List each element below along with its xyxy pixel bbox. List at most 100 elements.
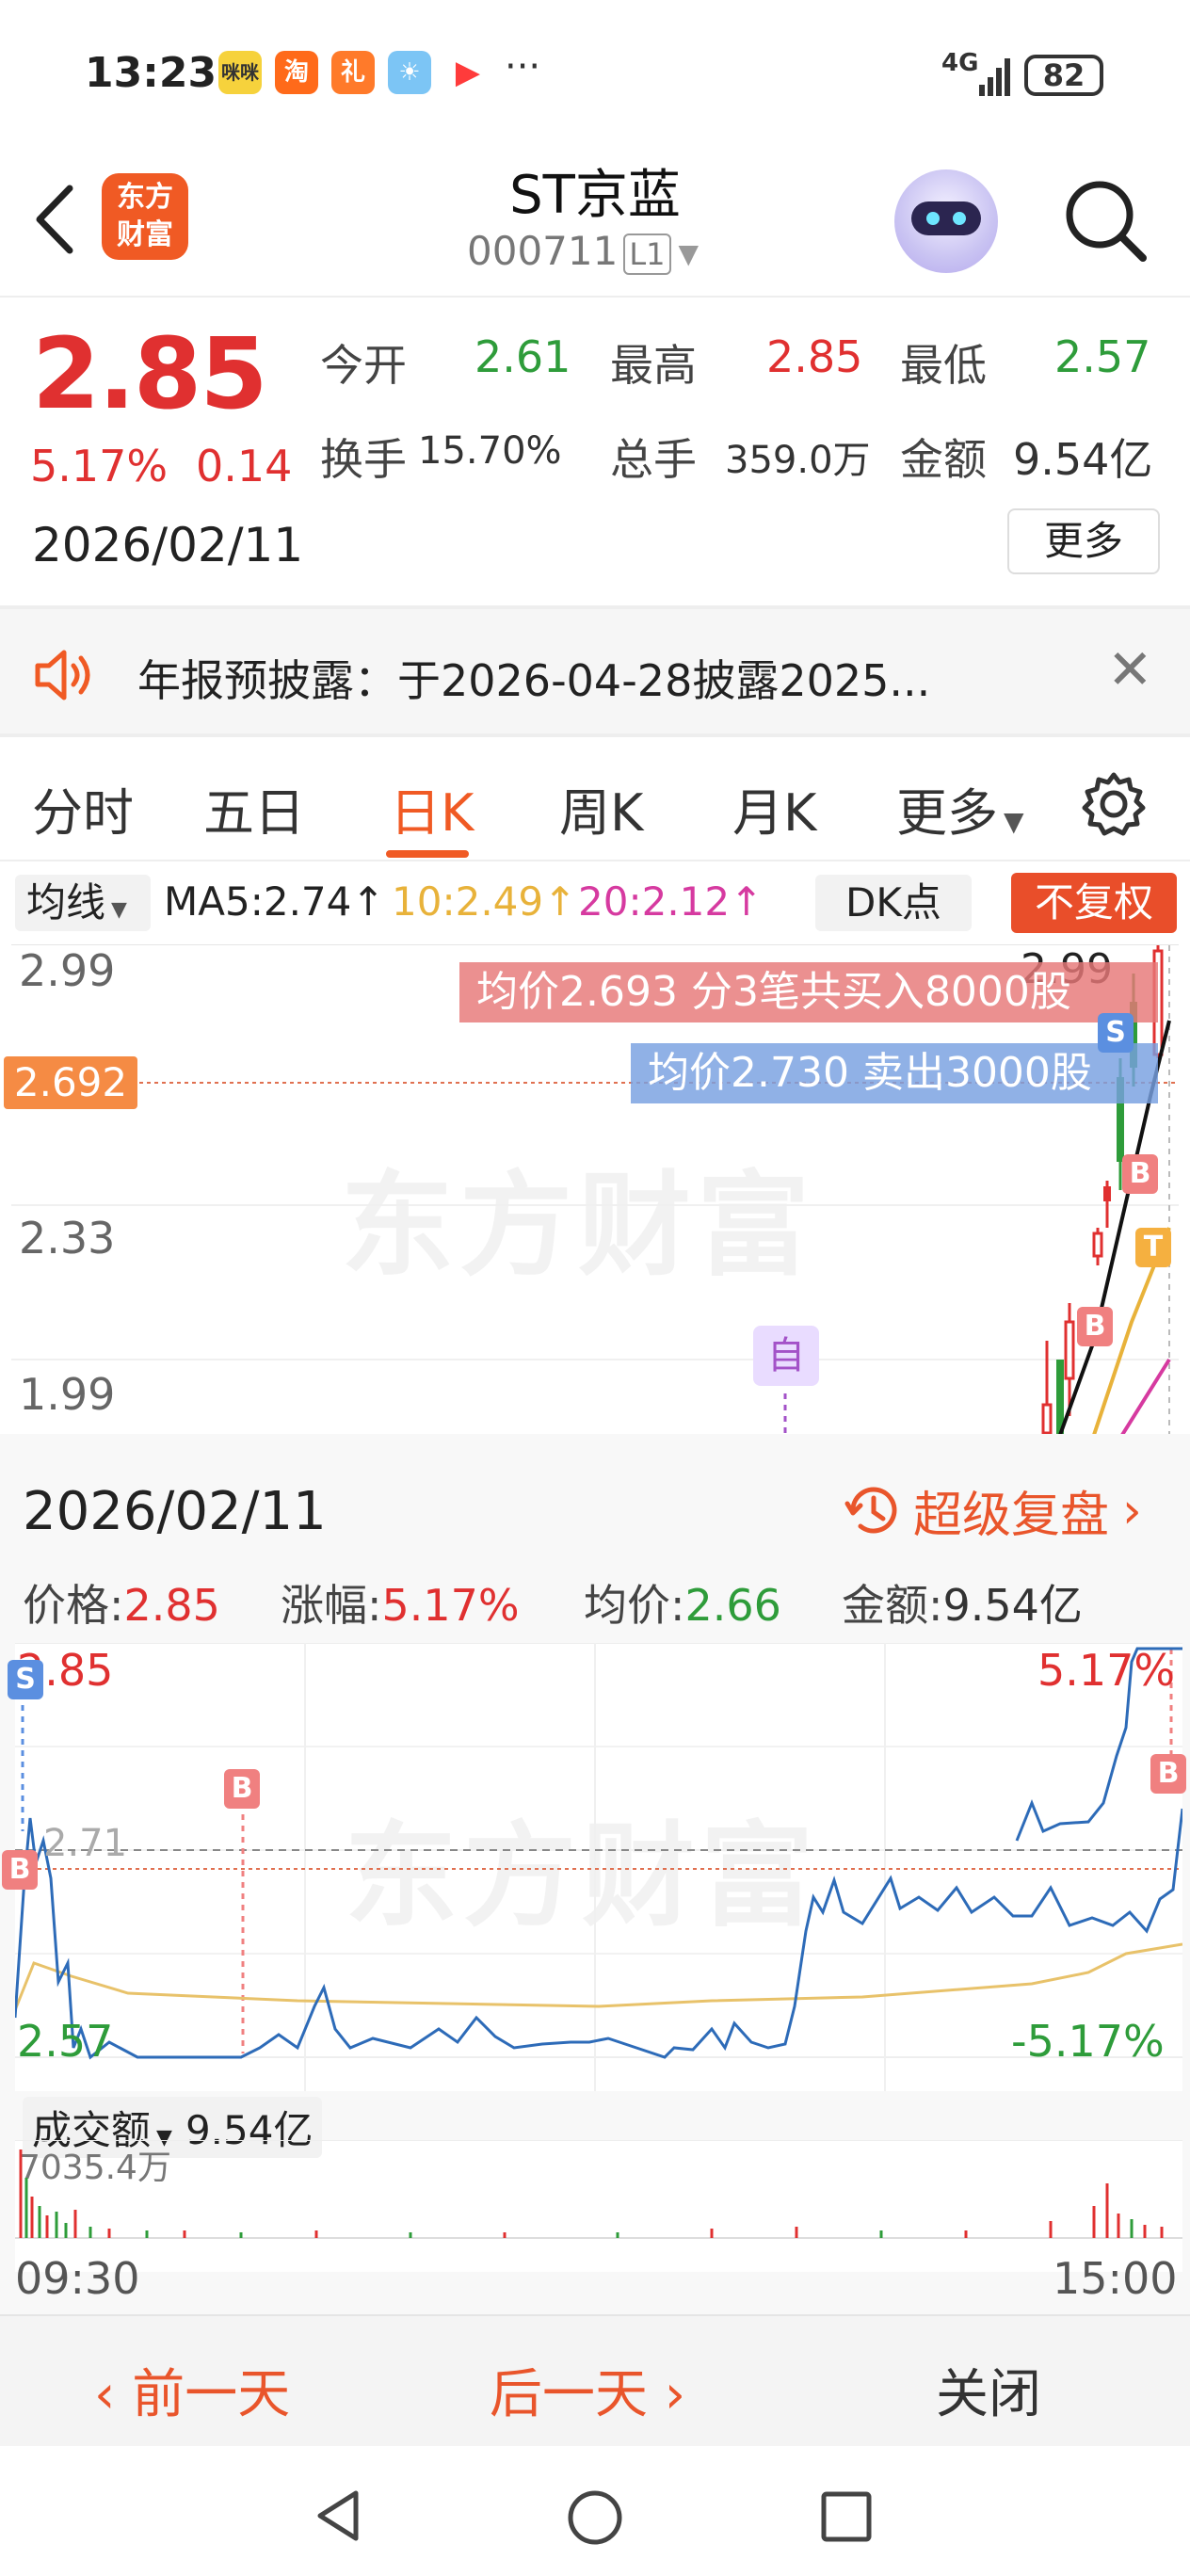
intraday-chart[interactable]: 东方财富 2.85 2.71 2.57 5.17% -5.17% S B B B bbox=[2, 1643, 1186, 2091]
gift-app-icon: 礼 bbox=[331, 51, 375, 94]
quote-date: 2026/02/11 bbox=[32, 518, 304, 572]
ai-assistant-avatar[interactable] bbox=[894, 169, 998, 273]
chevron-right-icon: › bbox=[1122, 1482, 1142, 1539]
volume-chart: 成交额 ▼ 9.54亿 7035.4万 bbox=[15, 2097, 1182, 2272]
notice-bar[interactable]: 年报预披露：于2026-04-28披露2025... ✕ bbox=[0, 605, 1190, 737]
close-icon[interactable]: ✕ bbox=[1107, 637, 1153, 701]
tab-more-label: 更多 bbox=[896, 783, 998, 843]
network-label: 4G bbox=[941, 49, 979, 77]
search-icon[interactable] bbox=[1058, 173, 1152, 267]
speaker-icon bbox=[35, 650, 90, 700]
turnover-label: 换手 bbox=[320, 434, 407, 485]
intraday-pct-stat: 涨幅:5.17% bbox=[281, 1571, 520, 1634]
current-price-badge: 2.692 bbox=[4, 1056, 137, 1109]
more-button[interactable]: 更多 bbox=[1007, 508, 1160, 574]
notice-text: 年报预披露：于2026-04-28披露2025... bbox=[137, 655, 931, 706]
prev-day-button[interactable]: ‹ 前一天 bbox=[94, 2352, 290, 2428]
turnover-value: 15.70% bbox=[418, 429, 562, 473]
super-replay-label: 超级复盘 bbox=[913, 1488, 1110, 1544]
weather-icon: ☀ bbox=[388, 51, 431, 94]
intraday-tick-mid: 2.71 bbox=[43, 1822, 128, 1865]
time-end-label: 15:00 bbox=[1053, 2253, 1178, 2304]
recents-square-icon[interactable] bbox=[819, 2489, 874, 2544]
close-button[interactable]: 关闭 bbox=[936, 2352, 1041, 2428]
price-label: 价格: bbox=[23, 1580, 124, 1631]
chart-tabs: 分时 五日 日K 周K 月K 更多 ▼ bbox=[0, 737, 1190, 861]
intraday-price-stat: 价格:2.85 bbox=[23, 1571, 220, 1634]
buy-marker[interactable]: B bbox=[224, 1769, 260, 1809]
kline-chart[interactable]: 东方财富 2.99 2.33 1.99 2.692 2.99 均价2.693 分… bbox=[4, 944, 1179, 1435]
amount-value: 9.54亿 bbox=[1013, 434, 1153, 485]
avg-label: 均价: bbox=[584, 1580, 685, 1631]
sell-marker[interactable]: S bbox=[8, 1660, 43, 1699]
volume-label: 总手 bbox=[610, 434, 697, 485]
buy-trade-bubble: 均价2.693 分3笔共买入8000股 bbox=[459, 962, 1158, 1022]
time-start-label: 09:30 bbox=[15, 2253, 140, 2304]
intraday-panel: 2026/02/11 超级复盘 › 价格:2.85 涨幅:5.17% 均价:2.6… bbox=[0, 1434, 1190, 2314]
volume-bars bbox=[15, 2140, 1182, 2239]
low-value: 2.57 bbox=[1054, 331, 1151, 382]
ma5-value: MA5:2.74↑ bbox=[164, 878, 385, 925]
open-label: 今开 bbox=[320, 340, 407, 391]
battery-icon: 82 bbox=[1024, 55, 1103, 96]
level-badge: L1 bbox=[623, 233, 671, 275]
ma-selector[interactable]: 均线 ▼ bbox=[15, 875, 151, 931]
ma10-value: 10:2.49↑ bbox=[392, 878, 577, 925]
quote-panel: 2.85 5.17% 0.14 今开 2.61 最高 2.85 最低 2.57 … bbox=[0, 299, 1190, 605]
tab-monthly-k[interactable]: 月K bbox=[732, 771, 816, 845]
intraday-amount-stat: 金额:9.54亿 bbox=[842, 1571, 1083, 1634]
chevron-down-icon: ▼ bbox=[678, 238, 700, 269]
intraday-date: 2026/02/11 bbox=[23, 1481, 327, 1542]
video-app-icon: ▶ bbox=[446, 51, 490, 94]
super-replay-link[interactable]: 超级复盘 › bbox=[844, 1475, 1142, 1546]
high-value: 2.85 bbox=[766, 331, 863, 382]
sell-marker[interactable]: S bbox=[1098, 1013, 1134, 1053]
taobao-icon: 淘 bbox=[275, 51, 318, 94]
ma20-value: 20:2.12↑ bbox=[578, 878, 764, 925]
home-circle-icon[interactable] bbox=[565, 2487, 625, 2548]
tab-five-day[interactable]: 五日 bbox=[203, 771, 305, 845]
tab-weekly-k[interactable]: 周K bbox=[559, 771, 643, 845]
ma-indicator-row: 均线 ▼ MA5:2.74↑ 10:2.49↑ 20:2.12↑ DK点 不复权 bbox=[0, 863, 1190, 944]
ma-selector-label: 均线 bbox=[26, 879, 106, 926]
buy-marker[interactable]: B bbox=[1077, 1307, 1113, 1346]
self-select-tag: 自 bbox=[753, 1326, 819, 1386]
gear-icon[interactable] bbox=[1081, 771, 1147, 837]
tab-more[interactable]: 更多 ▼ bbox=[896, 771, 1024, 845]
sell-trade-bubble: 均价2.730 卖出3000股 bbox=[631, 1043, 1158, 1103]
chevron-left-icon: ‹ bbox=[94, 2364, 133, 2425]
tab-intraday[interactable]: 分时 bbox=[32, 771, 134, 845]
high-label: 最高 bbox=[610, 340, 697, 391]
mimi-app-icon: 咪咪 bbox=[218, 51, 262, 94]
avg-value: 2.66 bbox=[684, 1580, 781, 1631]
next-day-label: 后一天 bbox=[490, 2364, 648, 2425]
day-navigation: ‹ 前一天 后一天 › 关闭 bbox=[0, 2314, 1190, 2446]
buy-marker[interactable]: B bbox=[1122, 1154, 1158, 1194]
adjust-selector[interactable]: 不复权 bbox=[1011, 873, 1177, 933]
more-notifications-icon: ··· bbox=[505, 45, 541, 89]
pct-value: 5.17% bbox=[381, 1580, 520, 1631]
low-label: 最低 bbox=[900, 340, 987, 391]
dropdown-triangle-icon: ▼ bbox=[1004, 806, 1024, 837]
system-navigation-bar bbox=[0, 2446, 1190, 2576]
buy-marker[interactable]: B bbox=[2, 1850, 38, 1890]
status-time: 13:23 bbox=[85, 49, 217, 97]
change-amount: 0.14 bbox=[196, 441, 293, 491]
price-value: 2.85 bbox=[123, 1580, 220, 1631]
open-value: 2.61 bbox=[474, 331, 571, 382]
amount-label: 金额 bbox=[900, 434, 987, 485]
intraday-pct-bottom: -5.17% bbox=[1011, 2016, 1165, 2067]
back-triangle-icon[interactable] bbox=[311, 2487, 367, 2544]
dk-point-selector[interactable]: DK点 bbox=[815, 875, 972, 931]
t-marker[interactable]: T bbox=[1135, 1228, 1171, 1267]
stock-code-selector[interactable]: 000711 L1 ▼ bbox=[467, 228, 699, 275]
tab-daily-k[interactable]: 日K bbox=[390, 771, 474, 845]
active-tab-indicator bbox=[386, 850, 469, 858]
next-day-button[interactable]: 后一天 › bbox=[490, 2352, 685, 2428]
chevron-down-icon: ▼ bbox=[111, 898, 127, 922]
volume-value: 359.0万 bbox=[725, 439, 871, 482]
history-clock-icon bbox=[844, 1487, 897, 1534]
intraday-lines bbox=[15, 1643, 1182, 2091]
buy-marker[interactable]: B bbox=[1150, 1754, 1186, 1794]
intraday-pct-top: 5.17% bbox=[1037, 1645, 1176, 1696]
